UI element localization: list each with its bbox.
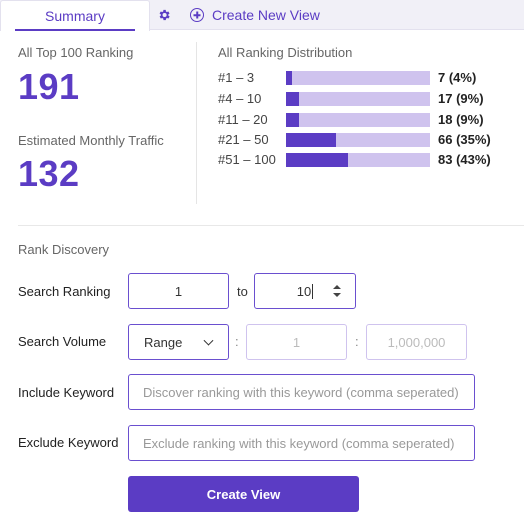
distribution-bar <box>286 92 430 106</box>
include-keyword-label: Include Keyword <box>18 385 115 400</box>
ranking-to-value: 10 <box>296 283 312 299</box>
settings-tab[interactable] <box>150 0 178 30</box>
distribution-row: #4 – 10 17 (9%) <box>218 91 518 107</box>
create-view-label: Create View <box>206 486 281 502</box>
search-ranking-label: Search Ranking <box>18 284 111 299</box>
volume-max-placeholder: 1,000,000 <box>387 334 446 350</box>
exclude-keyword-input[interactable]: Exclude ranking with this keyword (comma… <box>128 425 475 461</box>
include-keyword-placeholder: Discover ranking with this keyword (comm… <box>143 384 459 400</box>
distribution-bar-fill <box>286 71 292 85</box>
gear-icon <box>159 9 170 21</box>
ranking-from-input[interactable]: 1 <box>128 273 229 309</box>
distribution-range: #11 – 20 <box>218 112 268 127</box>
distribution-row: #1 – 3 7 (4%) <box>218 70 518 86</box>
distribution-bar-fill <box>286 133 337 147</box>
tab-summary-label: Summary <box>45 8 105 24</box>
distribution-bar-fill <box>286 113 299 127</box>
volume-min-input[interactable]: 1 <box>246 324 347 360</box>
distribution-row: #11 – 20 18 (9%) <box>218 112 518 128</box>
top-ranking-label: All Top 100 Ranking <box>18 45 134 60</box>
distribution-count: 18 (9%) <box>438 112 484 127</box>
ranking-to-label: to <box>237 284 248 299</box>
traffic-value: 132 <box>18 153 80 194</box>
ranking-from-value: 1 <box>174 283 183 299</box>
volume-separator: : <box>235 334 239 349</box>
exclude-keyword-label: Exclude Keyword <box>18 435 119 450</box>
search-volume-label: Search Volume <box>18 334 107 349</box>
vertical-divider <box>196 42 197 204</box>
include-keyword-input[interactable]: Discover ranking with this keyword (comm… <box>128 374 475 410</box>
distribution-count: 83 (43%) <box>438 152 491 167</box>
tab-create-new-view[interactable]: Create New View <box>190 0 320 30</box>
distribution-row: #21 – 50 66 (35%) <box>218 132 518 148</box>
distribution-bar <box>286 113 430 127</box>
top-ranking-value: 191 <box>18 66 80 107</box>
text-cursor <box>312 283 314 299</box>
distribution-bar <box>286 133 430 147</box>
distribution-range: #21 – 50 <box>218 132 269 147</box>
distribution-title: All Ranking Distribution <box>218 45 353 60</box>
volume-separator: : <box>355 334 359 349</box>
volume-min-placeholder: 1 <box>292 334 301 350</box>
ranking-to-input[interactable]: 10 <box>254 273 356 309</box>
plus-circle-icon <box>190 8 204 22</box>
chevron-down-icon <box>203 335 214 346</box>
distribution-range: #1 – 3 <box>218 70 255 85</box>
volume-max-input[interactable]: 1,000,000 <box>366 324 467 360</box>
rank-discovery-title: Rank Discovery <box>18 242 110 257</box>
distribution-count: 7 (4%) <box>438 70 477 85</box>
distribution-bar <box>286 153 430 167</box>
distribution-range: #51 – 100 <box>218 152 276 167</box>
distribution-count: 66 (35%) <box>438 132 491 147</box>
section-divider <box>18 225 524 226</box>
volume-mode-select[interactable]: Range <box>128 324 229 360</box>
volume-mode-value: Range <box>144 334 183 350</box>
tab-summary[interactable]: Summary <box>0 0 150 31</box>
distribution-bar <box>286 71 430 85</box>
distribution-bar-fill <box>286 92 299 106</box>
distribution-count: 17 (9%) <box>438 91 484 106</box>
distribution-row: #51 – 100 83 (43%) <box>218 152 518 168</box>
traffic-label: Estimated Monthly Traffic <box>18 133 164 148</box>
number-spinner-icon[interactable] <box>333 285 341 297</box>
exclude-keyword-placeholder: Exclude ranking with this keyword (comma… <box>143 435 455 451</box>
create-view-button[interactable]: Create View <box>128 476 359 512</box>
distribution-bar-fill <box>286 153 348 167</box>
tab-create-label: Create New View <box>212 7 320 23</box>
tab-bar: Summary Create New View <box>0 0 524 31</box>
distribution-range: #4 – 10 <box>218 91 262 106</box>
